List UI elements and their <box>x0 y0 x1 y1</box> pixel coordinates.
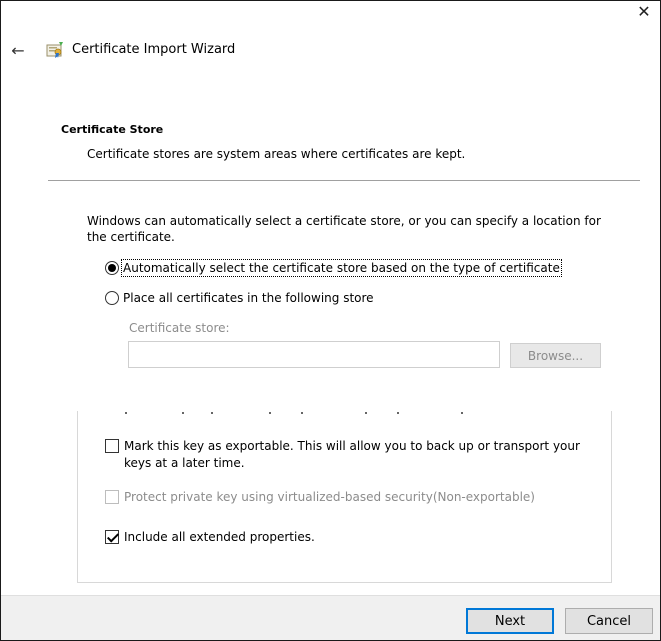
cancel-button[interactable]: Cancel <box>565 608 653 634</box>
wizard-footer: Next Cancel <box>1 595 660 640</box>
radio-manual-indicator[interactable] <box>105 291 119 305</box>
checkbox-exportable[interactable] <box>105 439 119 453</box>
clipped-text-remnant <box>125 412 485 416</box>
header-separator <box>48 180 640 181</box>
intro-text: Windows can automatically select a certi… <box>87 214 601 244</box>
radio-auto-select[interactable]: Automatically select the certificate sto… <box>105 259 562 277</box>
section-description: Certificate stores are system areas wher… <box>87 147 466 161</box>
section-title: Certificate Store <box>61 123 164 136</box>
certificate-icon <box>46 42 63 58</box>
window-title: Certificate Import Wizard <box>72 42 236 57</box>
close-button[interactable]: ✕ <box>628 1 660 21</box>
checkbox-extended-properties[interactable] <box>105 530 119 544</box>
browse-button[interactable]: Browse... <box>510 343 601 368</box>
radio-manual-label[interactable]: Place all certificates in the following … <box>123 291 374 305</box>
next-button[interactable]: Next <box>466 608 554 634</box>
back-arrow-icon: ← <box>11 40 25 60</box>
certificate-store-field[interactable] <box>128 341 500 368</box>
checkbox-row-exportable[interactable]: Mark this key as exportable. This will a… <box>105 438 594 472</box>
checkbox-row-vbs: Protect private key using virtualized-ba… <box>105 489 535 506</box>
checkbox-exportable-label[interactable]: Mark this key as exportable. This will a… <box>124 438 594 472</box>
close-icon: ✕ <box>637 1 651 21</box>
radio-place-in-store[interactable]: Place all certificates in the following … <box>105 291 374 305</box>
back-button[interactable]: ← <box>7 39 29 61</box>
certificate-import-wizard-window: ✕ ← Certificate Import Wizard Certificat… <box>0 0 661 641</box>
checkbox-extended-label[interactable]: Include all extended properties. <box>124 529 315 546</box>
radio-auto-label[interactable]: Automatically select the certificate sto… <box>121 259 562 277</box>
radio-auto-indicator[interactable] <box>105 261 119 275</box>
certificate-store-label: Certificate store: <box>129 321 230 335</box>
checkbox-vbs-protect <box>105 490 119 504</box>
checkbox-vbs-label: Protect private key using virtualized-ba… <box>124 490 535 504</box>
checkbox-row-extended[interactable]: Include all extended properties. <box>105 529 315 546</box>
